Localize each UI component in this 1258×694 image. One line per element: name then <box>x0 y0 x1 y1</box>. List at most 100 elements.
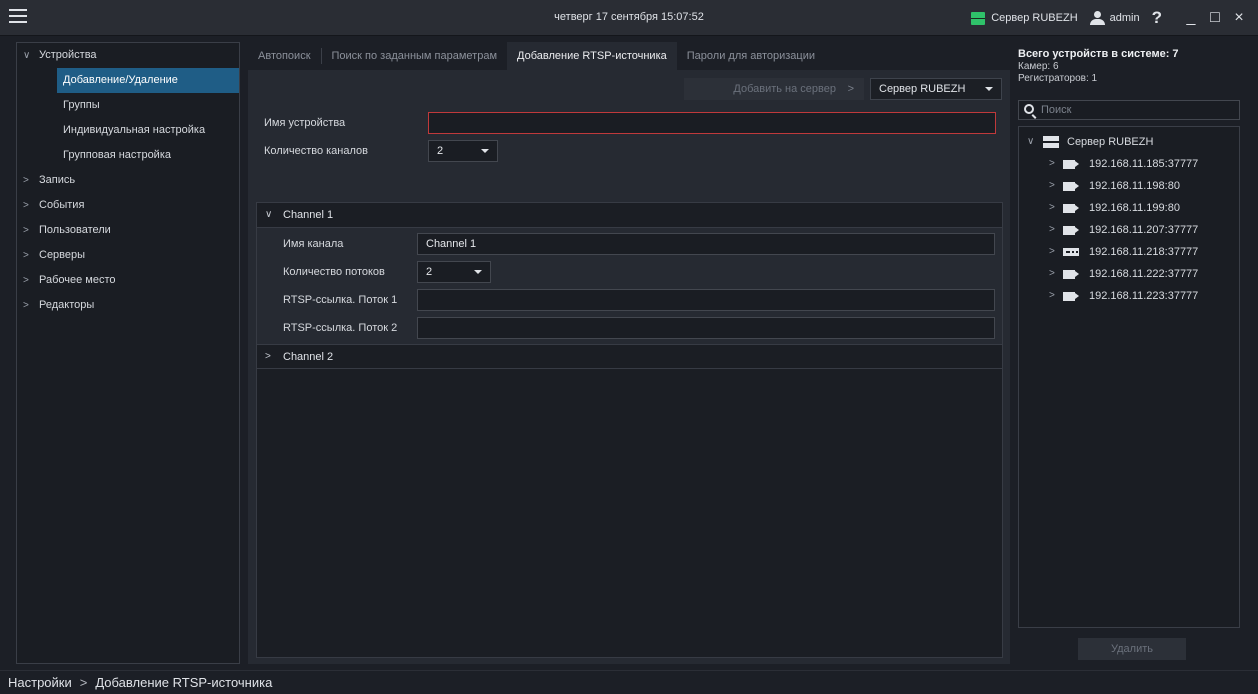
sidebar-item-servers[interactable]: > Серверы <box>17 243 239 268</box>
sidebar-item-label: Групповая настройка <box>63 149 171 161</box>
sidebar-item-groups[interactable]: Группы <box>17 93 239 118</box>
device-tree: ∨ Сервер RUBEZH > 192.168.11.185:37777 >… <box>1018 126 1240 628</box>
camera-icon <box>1063 182 1075 191</box>
channels-count-label: Количество каналов <box>264 145 368 157</box>
rtsp-stream-2-input[interactable] <box>417 317 995 339</box>
caret-down-icon <box>481 149 489 153</box>
chevron-right-icon: > <box>847 83 854 95</box>
sidebar-item-label: Серверы <box>39 249 86 261</box>
delete-button[interactable]: Удалить <box>1078 638 1186 660</box>
tree-node-label: 192.168.11.222:37777 <box>1089 268 1199 280</box>
caret-down-icon <box>474 270 482 274</box>
tree-device-node[interactable]: > 192.168.11.199:80 <box>1019 197 1239 219</box>
streams-count-label: Количество потоков <box>283 266 385 278</box>
tree-device-node[interactable]: > 192.168.11.207:37777 <box>1019 219 1239 241</box>
recorder-icon <box>1063 248 1079 256</box>
tree-device-node[interactable]: > 192.168.11.223:37777 <box>1019 285 1239 307</box>
tree-node-label: 192.168.11.207:37777 <box>1089 224 1199 236</box>
cameras-count: Камер: 6 <box>1018 61 1059 72</box>
sidebar-item-label: Устройства <box>39 49 97 61</box>
device-tree-panel: Всего устройств в системе: 7 Камер: 6 Ре… <box>1016 42 1242 664</box>
tree-node-label: 192.168.11.218:37777 <box>1089 246 1199 258</box>
minimize-button[interactable]: _ <box>1182 9 1200 27</box>
camera-icon <box>1063 204 1075 213</box>
sidebar-item-label: События <box>39 199 85 211</box>
sidebar-item-label: Индивидуальная настройка <box>63 124 206 136</box>
chevron-right-icon: > <box>23 300 29 311</box>
server-icon <box>1043 136 1059 149</box>
sidebar-item-workplace[interactable]: > Рабочее место <box>17 268 239 293</box>
tab-content: Добавить на сервер > Сервер RUBEZH Имя у… <box>248 70 1010 664</box>
sidebar-item-individual-settings[interactable]: Индивидуальная настройка <box>17 118 239 143</box>
chevron-right-icon: > <box>23 275 29 286</box>
tree-device-node[interactable]: > 192.168.11.222:37777 <box>1019 263 1239 285</box>
chevron-right-icon: > <box>23 200 29 211</box>
sidebar-item-editors[interactable]: > Редакторы <box>17 293 239 318</box>
tab-auth-passwords[interactable]: Пароли для авторизации <box>677 42 825 70</box>
channels-list: ∨ Channel 1 Имя канала Channel 1 Количес… <box>256 202 1003 658</box>
chevron-right-icon: > <box>1049 180 1055 191</box>
chevron-down-icon: ∨ <box>265 209 273 220</box>
sidebar-item-recording[interactable]: > Запись <box>17 168 239 193</box>
sidebar-item-devices[interactable]: ∨ Устройства <box>17 43 239 68</box>
server-name[interactable]: Сервер RUBEZH <box>991 12 1077 24</box>
add-to-server-button[interactable]: Добавить на сервер > <box>684 78 864 100</box>
main-panel: Автопоиск Поиск по заданным параметрам Д… <box>248 42 1010 664</box>
maximize-button[interactable]: □ <box>1206 9 1224 27</box>
server-status-icon <box>971 11 986 25</box>
sidebar-item-events[interactable]: > События <box>17 193 239 218</box>
search-box[interactable] <box>1018 100 1240 120</box>
tab-add-rtsp[interactable]: Добавление RTSP-источника <box>507 42 677 70</box>
tree-server-node[interactable]: ∨ Сервер RUBEZH <box>1019 131 1239 153</box>
tree-device-node[interactable]: > 192.168.11.185:37777 <box>1019 153 1239 175</box>
server-select-value: Сервер RUBEZH <box>879 83 966 95</box>
search-input[interactable] <box>1041 103 1231 117</box>
sidebar-item-users[interactable]: > Пользователи <box>17 218 239 243</box>
user-name[interactable]: admin <box>1110 12 1140 24</box>
device-name-label: Имя устройства <box>264 117 346 129</box>
status-bar: Настройки > Добавление RTSP-источника <box>0 670 1258 694</box>
chevron-down-icon: ∨ <box>23 50 31 61</box>
tab-param-search[interactable]: Поиск по заданным параметрам <box>322 42 508 70</box>
chevron-right-icon: > <box>23 250 29 261</box>
tree-node-label: 192.168.11.199:80 <box>1089 202 1180 214</box>
chevron-right-icon: > <box>23 175 29 186</box>
close-button[interactable]: × <box>1230 9 1248 27</box>
help-button[interactable]: ? <box>1152 8 1162 28</box>
chevron-down-icon: ∨ <box>1027 136 1035 147</box>
device-name-input[interactable] <box>428 112 996 134</box>
sidebar-item-label: Группы <box>63 99 100 111</box>
chevron-right-icon: > <box>1049 268 1055 279</box>
tree-device-node[interactable]: > 192.168.11.198:80 <box>1019 175 1239 197</box>
streams-count-value: 2 <box>426 266 433 278</box>
camera-icon <box>1063 160 1075 169</box>
tree-node-label: 192.168.11.185:37777 <box>1089 158 1199 170</box>
tree-device-node[interactable]: > 192.168.11.218:37777 <box>1019 241 1239 263</box>
channel-2-header[interactable]: > Channel 2 <box>257 345 1002 369</box>
channel-1-body: Имя канала Channel 1 Количество потоков … <box>257 227 1002 345</box>
tree-node-label: Сервер RUBEZH <box>1067 136 1154 148</box>
channels-count-select[interactable]: 2 <box>428 140 498 162</box>
search-icon <box>1024 104 1034 114</box>
breadcrumb-root[interactable]: Настройки <box>8 675 72 690</box>
rtsp-stream-1-input[interactable] <box>417 289 995 311</box>
rtsp-stream-1-label: RTSP-ссылка. Поток 1 <box>283 294 398 306</box>
sidebar-item-group-settings[interactable]: Групповая настройка <box>17 143 239 168</box>
devices-total: Всего устройств в системе: 7 <box>1018 48 1179 60</box>
sidebar-item-label: Запись <box>39 174 76 186</box>
chevron-right-icon: > <box>1049 202 1055 213</box>
title-bar: четверг 17 сентября 15:07:52 Сервер RUBE… <box>0 0 1258 36</box>
tab-autosearch[interactable]: Автопоиск <box>248 42 321 70</box>
channel-1-header[interactable]: ∨ Channel 1 <box>257 203 1002 227</box>
server-select[interactable]: Сервер RUBEZH <box>870 78 1002 100</box>
settings-sidebar: ∨ Устройства Добавление/Удаление Группы … <box>16 42 240 664</box>
tab-bar: Автопоиск Поиск по заданным параметрам Д… <box>248 42 825 70</box>
channel-name-input[interactable]: Channel 1 <box>417 233 995 255</box>
channel-title: Channel 2 <box>283 351 334 363</box>
user-icon <box>1089 11 1105 25</box>
sidebar-item-add-remove[interactable]: Добавление/Удаление <box>57 68 239 93</box>
chevron-right-icon: > <box>1049 224 1055 235</box>
rtsp-stream-2-label: RTSP-ссылка. Поток 2 <box>283 322 398 334</box>
channel-title: Channel 1 <box>283 209 334 221</box>
streams-count-select[interactable]: 2 <box>417 261 491 283</box>
